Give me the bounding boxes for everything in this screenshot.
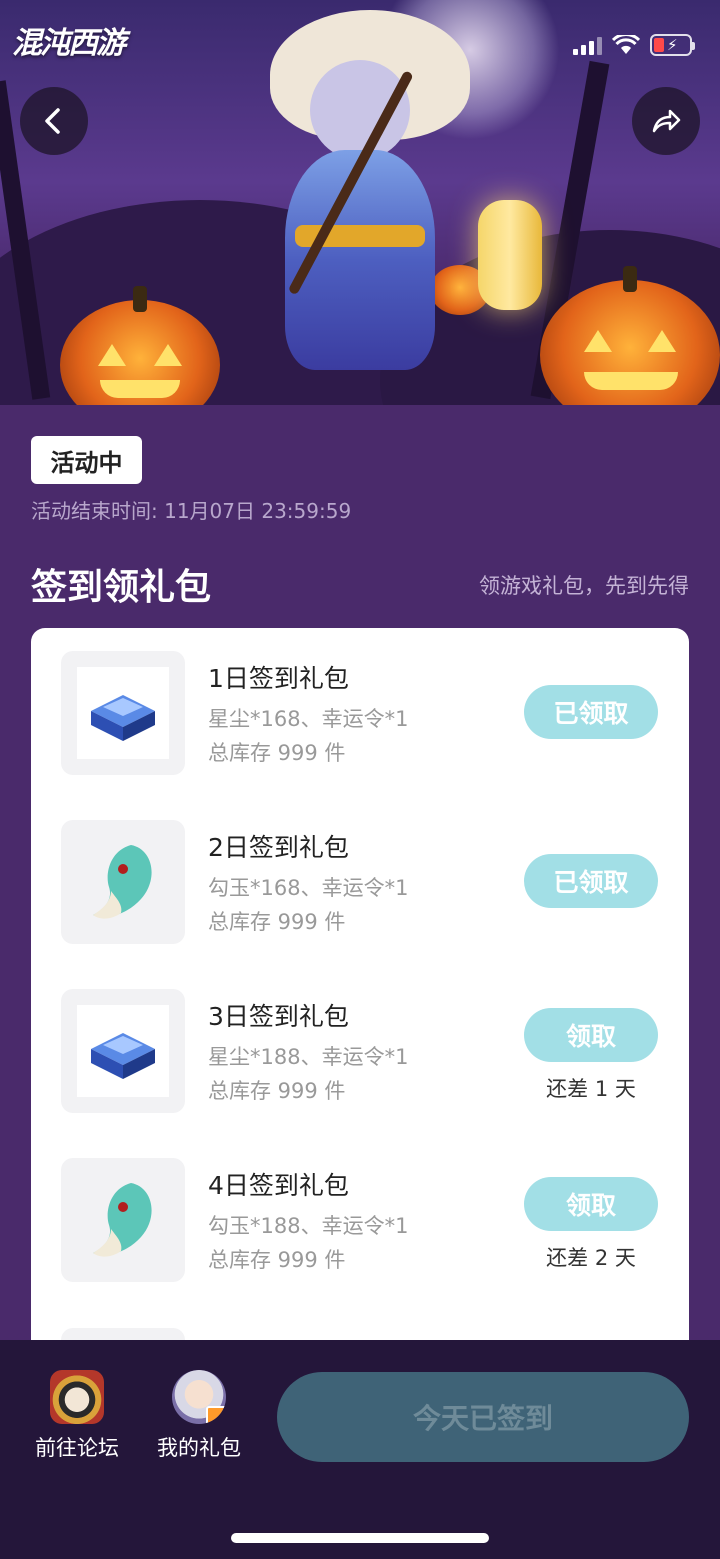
gift-thumbnail: [61, 1158, 185, 1282]
gift-row-day-4: 4日签到礼包 勾玉*188、幸运令*1 总库存 999 件 领取 还差 2 天: [31, 1158, 689, 1282]
chevron-left-icon: [45, 108, 60, 134]
section-subtitle: 领游戏礼包，先到先得: [479, 574, 689, 598]
my-gifts-label: 我的礼包: [157, 1436, 241, 1460]
my-gifts-avatar-icon: [172, 1370, 226, 1424]
gift-contents: 星尘*168、幸运令*1: [208, 707, 409, 731]
days-remaining: 还差 2 天: [546, 1246, 636, 1270]
claim-button[interactable]: 领取: [524, 1177, 658, 1231]
days-remaining: 还差 1 天: [546, 1077, 636, 1101]
home-indicator[interactable]: [231, 1533, 489, 1543]
gift-name: 4日签到礼包: [208, 1171, 349, 1200]
lantern: [478, 200, 542, 310]
gift-thumbnail: [61, 989, 185, 1113]
section-title: 签到领礼包: [31, 567, 212, 608]
claimed-button[interactable]: 已领取: [524, 685, 658, 739]
forum-label: 前往论坛: [35, 1436, 119, 1460]
gift-row-day-1: 1日签到礼包 星尘*168、幸运令*1 总库存 999 件 已领取: [31, 651, 689, 775]
gift-stock: 总库存 999 件: [208, 1248, 346, 1272]
share-arrow-icon: [652, 109, 681, 133]
gift-stock: 总库存 999 件: [208, 741, 346, 765]
activity-status-badge: 活动中: [31, 436, 142, 484]
battery-icon: ⚡: [650, 34, 695, 56]
gift-list-card: 1日签到礼包 星尘*168、幸运令*1 总库存 999 件 已领取 2日签到礼包…: [31, 628, 689, 1388]
claimed-button[interactable]: 已领取: [524, 854, 658, 908]
gift-name: 3日签到礼包: [208, 1002, 349, 1031]
status-bar: ⚡: [573, 30, 695, 60]
gift-stock: 总库存 999 件: [208, 910, 346, 934]
wifi-icon: [611, 33, 641, 55]
back-button[interactable]: [20, 87, 88, 155]
claim-button[interactable]: 领取: [524, 1008, 658, 1062]
jade-magatama-icon: [93, 1183, 152, 1257]
gift-row-day-2: 2日签到礼包 勾玉*168、幸运令*1 总库存 999 件 已领取: [31, 820, 689, 944]
jade-magatama-icon: [93, 845, 152, 919]
bottom-action-bar: 前往论坛 我的礼包 今天已签到: [0, 1340, 720, 1559]
gift-contents: 勾玉*168、幸运令*1: [208, 876, 409, 900]
gift-thumbnail: [61, 820, 185, 944]
gift-name: 2日签到礼包: [208, 833, 349, 862]
activity-end-time: 活动结束时间: 11月07日 23:59:59: [31, 499, 352, 523]
game-logo: 混沌西游: [12, 26, 126, 61]
share-button[interactable]: [632, 87, 700, 155]
halloween-character: [250, 0, 510, 405]
my-gifts-link[interactable]: 我的礼包: [144, 1370, 254, 1462]
signed-in-today-button[interactable]: 今天已签到: [277, 1372, 689, 1462]
forum-link[interactable]: 前往论坛: [22, 1370, 132, 1462]
hero-banner: 混沌西游 ⚡: [0, 0, 720, 405]
gift-row-day-3: 3日签到礼包 星尘*188、幸运令*1 总库存 999 件 领取 还差 1 天: [31, 989, 689, 1113]
gift-stock: 总库存 999 件: [208, 1079, 346, 1103]
crystal-chest-icon: [91, 695, 155, 741]
signal-icon: [573, 35, 602, 55]
forum-avatar-icon: [50, 1370, 104, 1424]
gift-thumbnail: [61, 651, 185, 775]
crystal-chest-icon: [91, 1033, 155, 1079]
gift-contents: 星尘*188、幸运令*1: [208, 1045, 409, 1069]
gift-name: 1日签到礼包: [208, 664, 349, 693]
gift-box-icon: [206, 1406, 226, 1424]
gift-contents: 勾玉*188、幸运令*1: [208, 1214, 409, 1238]
